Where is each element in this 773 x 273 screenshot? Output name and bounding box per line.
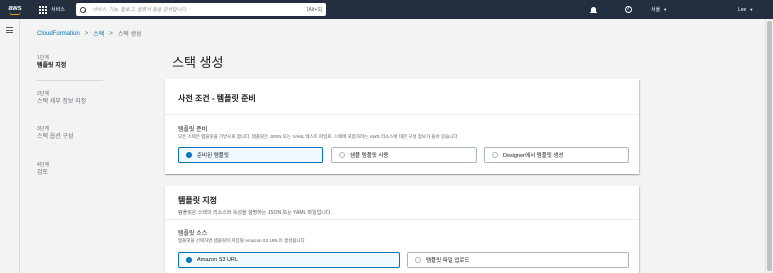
step-number: 3단계: [37, 126, 49, 132]
step-number: 2단계: [37, 91, 49, 97]
radio-icon: [339, 152, 345, 158]
help-button[interactable]: ?: [624, 0, 632, 19]
step-divider: [37, 80, 103, 81]
option-label: 템플릿 파일 업로드: [426, 258, 470, 264]
option-label: Designer에서 템플릿 생성: [503, 153, 564, 159]
page-scrollbar[interactable]: [765, 19, 773, 273]
breadcrumb-current: 스택 생성: [117, 32, 142, 38]
panel-title: 템플릿 지정: [178, 196, 218, 205]
rail-divider: [19, 19, 20, 273]
option-label: 준비된 템플릿: [197, 153, 229, 159]
radio-selected-icon: [186, 257, 192, 263]
radio-icon: [415, 257, 421, 263]
grid-icon: [39, 5, 47, 14]
upload-template-file-option[interactable]: 템플릿 파일 업로드: [407, 252, 629, 268]
caret-down-icon: ▼: [749, 7, 754, 12]
step-label: 검토: [37, 170, 49, 176]
search-shortcut-hint: [Alt+S]: [307, 6, 322, 13]
search-input[interactable]: 서비스, 기능, 블로그, 설명서 등을 검색합니다. [Alt+S]: [76, 3, 326, 16]
logo-smile-icon: [9, 12, 21, 15]
step-label: 템플릿 지정: [37, 63, 67, 69]
step-number: 1단계: [37, 55, 49, 61]
template-source-field: 템플릿 소스 템플릿을 선택하면 템플릿이 저장될 Amazon S3 URL이…: [178, 231, 306, 244]
notifications-button[interactable]: [589, 0, 597, 19]
logo-text: aws: [8, 4, 22, 12]
breadcrumb-separator: >: [84, 30, 89, 37]
wizard-step-4: 4단계 검토: [37, 162, 49, 178]
step-number: 4단계: [37, 162, 49, 168]
user-label: Lee: [738, 6, 747, 13]
step-label: 스택 옵션 구성: [37, 134, 74, 140]
sample-template-option[interactable]: 샘플 템플릿 사용: [331, 147, 477, 163]
breadcrumb: CloudFormation > 스택 > 스택 생성: [37, 29, 142, 39]
panel-header: 템플릿 지정 템플릿은 스택의 리소스와 속성을 설명하는 JSON 또는 YA…: [165, 186, 639, 220]
help-icon: ?: [624, 6, 632, 13]
wizard-step-2: 2단계 스택 세부 정보 지정: [37, 91, 86, 107]
bell-icon: [589, 7, 597, 13]
region-selector[interactable]: 서울 ▼: [651, 0, 667, 19]
wizard-step-3: 3단계 스택 옵션 구성: [37, 126, 73, 142]
breadcrumb-stacks[interactable]: 스택: [93, 29, 104, 38]
breadcrumb-separator: >: [109, 30, 113, 37]
scrollbar-thumb[interactable]: [767, 21, 772, 271]
amazon-s3-url-option[interactable]: Amazon S3 URL: [178, 252, 400, 268]
option-label: 샘플 템플릿 사용: [350, 153, 389, 159]
wizard-step-1: 1단계 템플릿 지정: [37, 55, 66, 71]
aws-logo[interactable]: aws: [4, 0, 26, 19]
panel-header: 사전 조건 - 템플릿 준비: [165, 79, 639, 115]
panel-title: 사전 조건 - 템플릿 준비: [178, 94, 256, 103]
field-label: 템플릿 준비: [178, 127, 208, 133]
template-ready-option[interactable]: 준비된 템플릿: [178, 147, 323, 163]
field-description: 템플릿을 선택하면 템플릿이 저장될 Amazon S3 URL이 생성됩니다.: [178, 238, 306, 243]
caret-down-icon: ▼: [663, 7, 668, 12]
services-menu-button[interactable]: 서비스: [39, 5, 65, 14]
designer-template-option[interactable]: Designer에서 템플릿 생성: [484, 147, 629, 163]
search-icon: [80, 6, 86, 13]
menu-icon[interactable]: [6, 27, 13, 33]
step-label: 스택 세부 정보 지정: [37, 99, 87, 105]
field-description: 모든 스택은 템플릿을 기반으로 합니다. 템플릿은 JSON 또는 YAML …: [178, 134, 459, 139]
option-label: Amazon S3 URL: [197, 257, 238, 263]
region-label: 서울: [651, 7, 661, 13]
radio-selected-icon: [186, 152, 192, 158]
prepare-template-field: 템플릿 준비 모든 스택은 템플릿을 기반으로 합니다. 템플릿은 JSON 또…: [178, 127, 459, 140]
field-label: 템플릿 소스: [178, 231, 208, 237]
services-label: 서비스: [51, 7, 65, 13]
account-menu[interactable]: Lee ▼: [738, 0, 753, 19]
radio-icon: [492, 152, 498, 158]
search-placeholder: 서비스, 기능, 블로그, 설명서 등을 검색합니다.: [92, 7, 188, 13]
breadcrumb-cloudformation[interactable]: CloudFormation: [37, 31, 80, 37]
panel-description: 템플릿은 스택의 리소스와 속성을 설명하는 JSON 또는 YAML 파일입니…: [178, 210, 332, 216]
page-title: 스택 생성: [172, 55, 224, 70]
